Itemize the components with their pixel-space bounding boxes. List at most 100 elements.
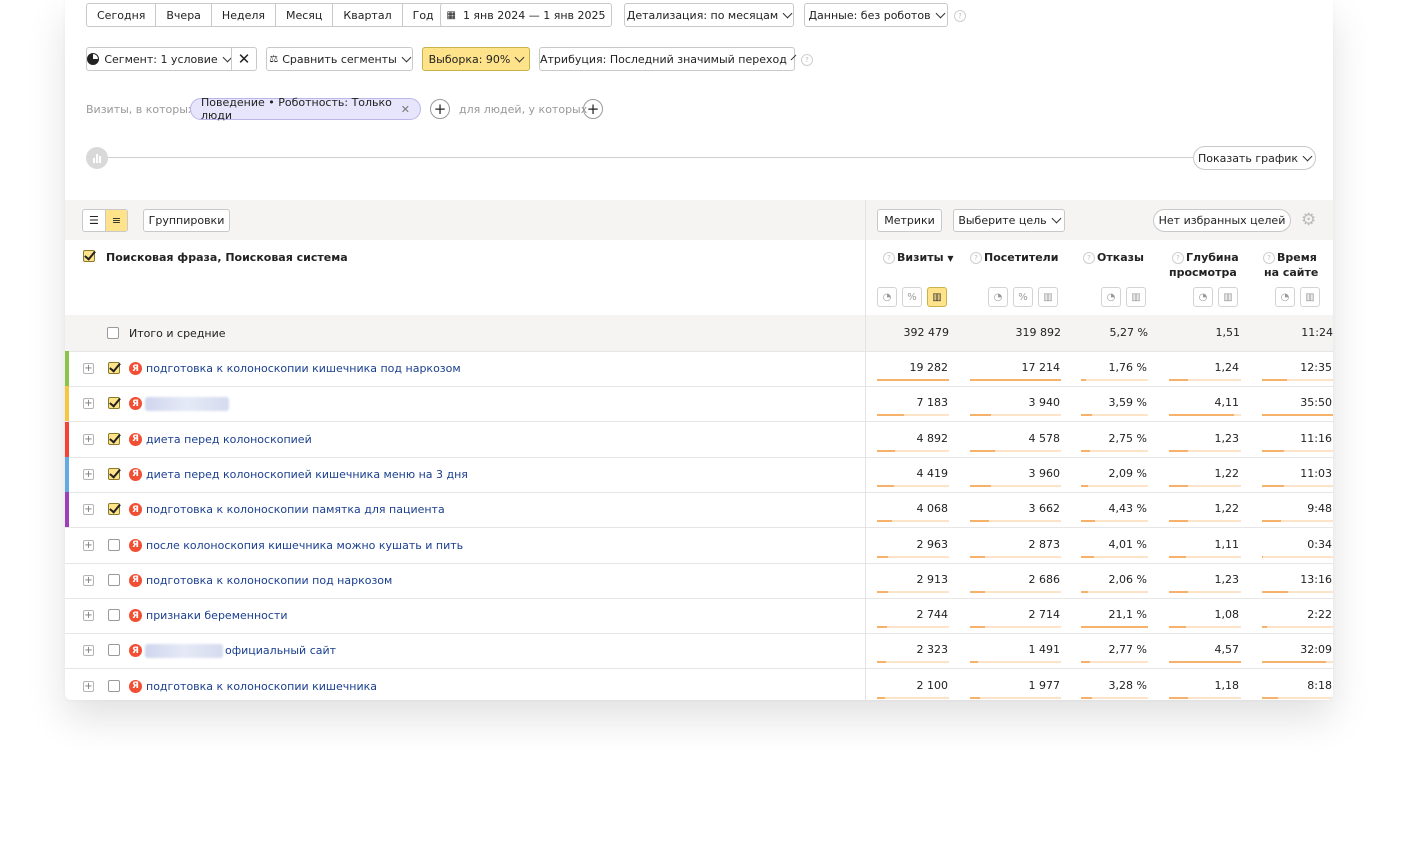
table-row[interactable]: + Япризнаки беременности 2 744 2 714 21,1 % 1…	[65, 598, 1333, 635]
period-tab-quarter[interactable]: Квартал	[333, 4, 403, 26]
select-all-checkbox[interactable]	[83, 250, 95, 262]
time-header[interactable]: Время на сайте	[1264, 250, 1318, 280]
expand-icon[interactable]: +	[83, 504, 94, 516]
table-row[interactable]: + Яподготовка к колоноскопии кишечника по…	[65, 351, 1333, 387]
expand-icon[interactable]: +	[83, 468, 94, 480]
period-tab-month[interactable]: Месяц	[276, 4, 334, 26]
expand-icon[interactable]: +	[83, 574, 94, 586]
add-visit-condition-button[interactable]: +	[430, 99, 450, 119]
help-icon[interactable]: ?	[954, 10, 966, 22]
tree-view-icon[interactable]: ≡	[105, 210, 128, 231]
attribution-dropdown[interactable]: Атрибуция: Последний значимый переход	[539, 47, 797, 71]
detail-dropdown[interactable]: Детализация: по месяцам	[624, 3, 794, 27]
table-toolbar: ☰ ≡ Группировки Метрики Выберите цель Не…	[65, 200, 1333, 240]
depth-header[interactable]: Глубина просмотра	[1169, 250, 1239, 280]
help-icon[interactable]: ?	[883, 252, 895, 264]
pie-view-icon[interactable]: ◔	[1193, 287, 1213, 307]
close-icon[interactable]: ✕	[401, 103, 410, 116]
time-header-label2: на сайте	[1264, 266, 1319, 279]
clear-segment-button[interactable]: ✕	[231, 47, 257, 71]
compare-segments-button[interactable]: ⚖ Сравнить сегменты	[266, 47, 413, 71]
metrics-button[interactable]: Метрики	[877, 209, 942, 232]
percent-view-icon[interactable]: %	[1013, 287, 1033, 307]
goal-dropdown[interactable]: Выберите цель	[953, 209, 1065, 232]
totals-checkbox[interactable]	[107, 327, 119, 339]
visits-cell: 2 744	[916, 608, 949, 622]
chart-toggle-icon[interactable]	[86, 147, 108, 169]
value-bar	[970, 379, 1061, 381]
gear-icon[interactable]: ⚙	[1301, 210, 1316, 230]
bar-view-icon[interactable]: ▥	[1126, 287, 1146, 307]
row-checkbox[interactable]	[108, 432, 120, 445]
search-phrase-link[interactable]: подготовка к колоноскопии под наркозом	[146, 574, 392, 587]
row-checkbox[interactable]	[108, 679, 120, 692]
search-phrase-link[interactable]: диета перед колоноскопией кишечника меню…	[146, 468, 468, 481]
date-range-button[interactable]: ▦ 1 янв 2024 — 1 янв 2025	[440, 3, 612, 27]
sample-dropdown[interactable]: Выборка: 90%	[422, 47, 530, 71]
table-row[interactable]: + Ядиета перед колоноскопией кишечника ме…	[65, 456, 1333, 493]
bounces-header[interactable]: Отказы	[1097, 250, 1144, 265]
row-checkbox[interactable]	[108, 644, 120, 657]
search-phrase-link[interactable]: признаки беременности	[146, 609, 287, 622]
list-view-icon[interactable]: ☰	[83, 210, 106, 231]
expand-icon[interactable]: +	[83, 610, 94, 622]
visits-header-label: Визиты	[897, 251, 944, 264]
sort-desc-icon: ▼	[947, 254, 954, 263]
bar-view-icon[interactable]: ▥	[1038, 287, 1058, 307]
value-bar	[1169, 520, 1241, 523]
search-phrase-link[interactable]: подготовка к колоноскопии кишечника под …	[146, 362, 461, 375]
help-icon[interactable]: ?	[801, 54, 813, 66]
percent-view-icon[interactable]: %	[902, 287, 922, 307]
row-checkbox[interactable]	[108, 362, 120, 374]
period-tab-week[interactable]: Неделя	[212, 4, 276, 26]
help-icon[interactable]: ?	[970, 252, 982, 264]
table-row[interactable]: + Яофициальный сайт 2 323 1 491 2,77 % 4,57 32…	[65, 633, 1333, 670]
row-checkbox[interactable]	[108, 467, 120, 480]
bar-view-icon[interactable]: ▥	[1218, 287, 1238, 307]
data-filter-dropdown[interactable]: Данные: без роботов	[804, 3, 948, 27]
bar-view-icon[interactable]: ▥	[927, 287, 947, 307]
row-checkbox[interactable]	[108, 609, 120, 622]
table-row[interactable]: + Ядиета перед колоноскопией 4 892 4 578 2,7…	[65, 421, 1333, 458]
help-icon[interactable]: ?	[1083, 252, 1095, 264]
period-tab-yesterday[interactable]: Вчера	[156, 4, 212, 26]
table-row[interactable]: + Яподготовка к колоноскопии памятка для …	[65, 492, 1333, 529]
search-phrase-link[interactable]: подготовка к колоноскопии кишечника	[146, 680, 377, 693]
expand-icon[interactable]: +	[83, 433, 94, 445]
table-row[interactable]: + Яподготовка к колоноскопии под наркозом…	[65, 563, 1333, 599]
table-row[interactable]: + Я 7 183 3 940 3,59 % 4,11 35:50	[65, 386, 1333, 423]
row-checkbox[interactable]	[108, 503, 120, 516]
pie-view-icon[interactable]: ◔	[1101, 287, 1121, 307]
expand-icon[interactable]: +	[83, 398, 94, 410]
favorite-goals-button[interactable]: Нет избранных целей	[1153, 209, 1291, 232]
segment-dropdown[interactable]: Сегмент: 1 условие	[86, 47, 233, 71]
expand-icon[interactable]: +	[83, 539, 94, 551]
visits-cell: 2 913	[916, 572, 949, 586]
groupings-button[interactable]: Группировки	[143, 209, 230, 232]
value-bar	[970, 449, 1061, 452]
search-phrase-link[interactable]: подготовка к колоноскопии памятка для па…	[146, 503, 445, 516]
visits-header[interactable]: Визиты ▼	[897, 250, 954, 266]
period-tab-today[interactable]: Сегодня	[87, 4, 157, 26]
pie-view-icon[interactable]: ◔	[1275, 287, 1295, 307]
search-phrase-link[interactable]: официальный сайт	[225, 644, 336, 657]
expand-icon[interactable]: +	[83, 645, 94, 657]
table-row[interactable]: + Япосле колоноскопия кишечника можно куш…	[65, 528, 1333, 564]
pie-view-icon[interactable]: ◔	[988, 287, 1008, 307]
behavior-filter-chip[interactable]: Поведение • Роботность: Только люди ✕	[190, 96, 421, 122]
expand-icon[interactable]: +	[83, 363, 94, 374]
bar-view-icon[interactable]: ▥	[1300, 287, 1320, 307]
expand-icon[interactable]: +	[83, 680, 94, 692]
row-checkbox[interactable]	[108, 397, 120, 410]
search-phrase-link[interactable]: после колоноскопия кишечника можно кушат…	[146, 539, 463, 552]
row-checkbox[interactable]	[108, 573, 120, 586]
pie-view-icon[interactable]: ◔	[877, 287, 897, 307]
table-row[interactable]: + Яподготовка к колоноскопии кишечника 2 1…	[65, 669, 1333, 700]
search-phrase-link[interactable]: диета перед колоноскопией	[146, 433, 312, 446]
period-tab-year[interactable]: Год	[403, 4, 444, 26]
visitors-header[interactable]: Посетители	[984, 250, 1058, 265]
add-people-condition-button[interactable]: +	[583, 99, 603, 119]
show-chart-button[interactable]: Показать график	[1193, 146, 1316, 170]
row-checkbox[interactable]	[108, 538, 120, 551]
visitors-cell: 3 940	[1028, 396, 1061, 410]
